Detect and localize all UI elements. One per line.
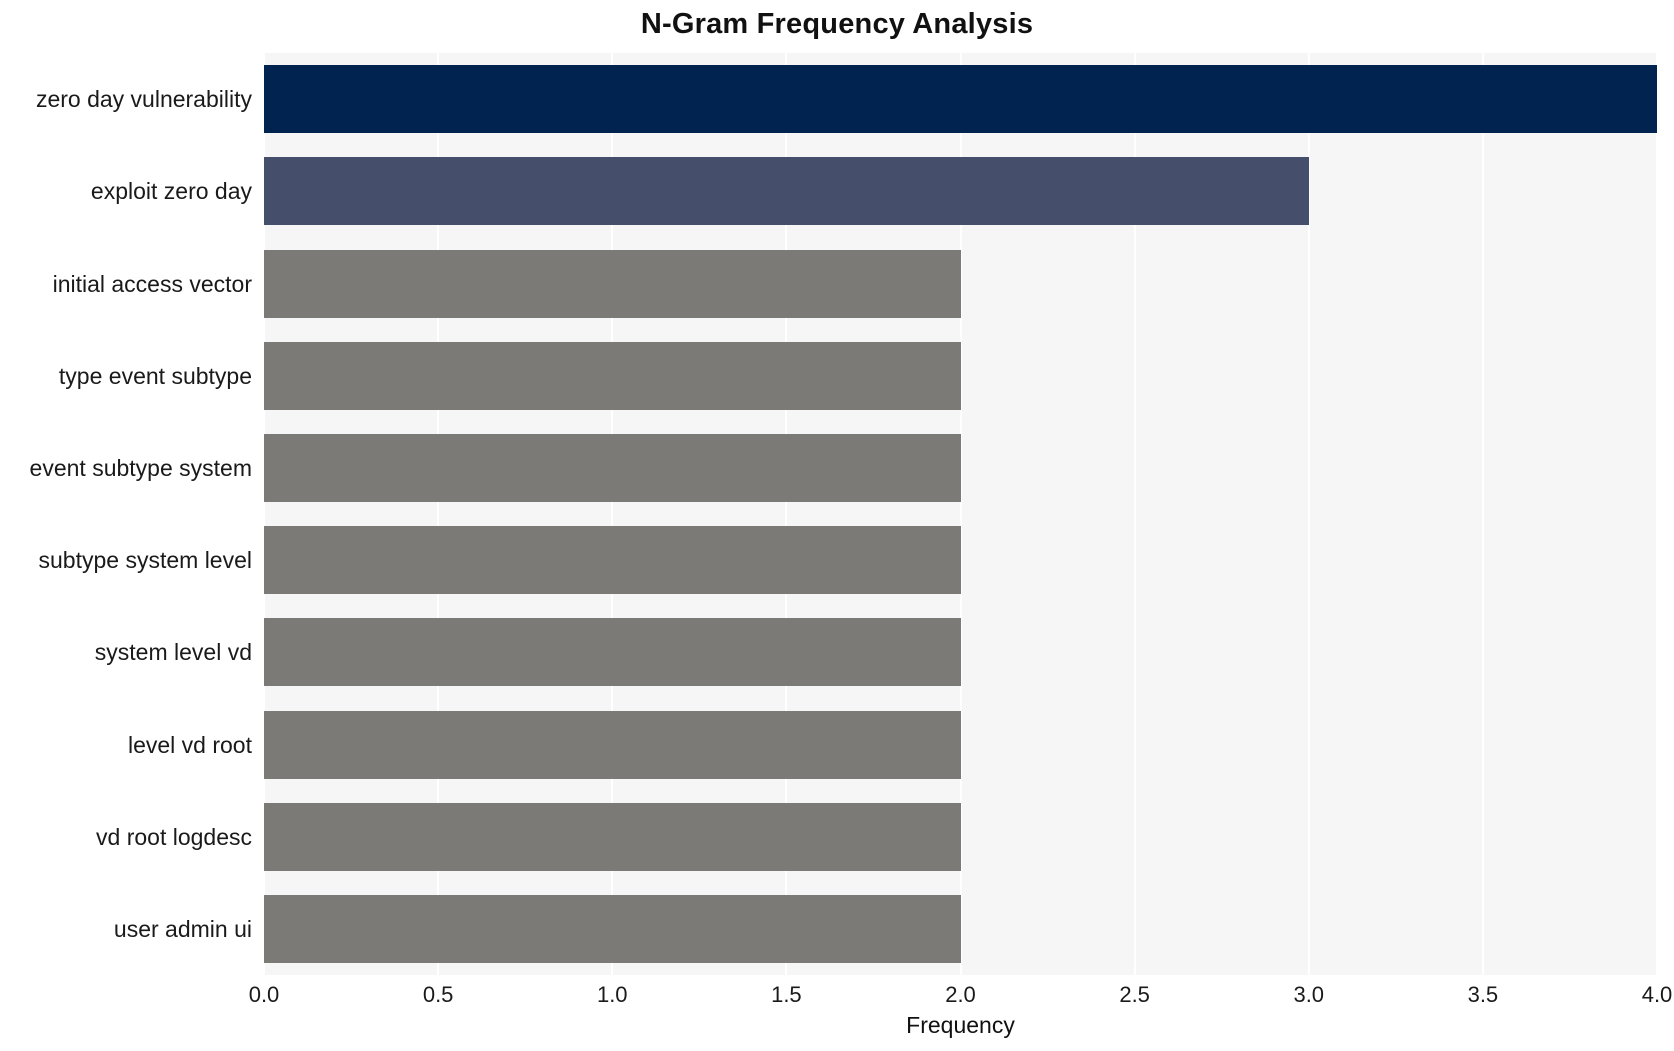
bar[interactable] [264, 710, 961, 779]
x-tick-label: 2.5 [1119, 982, 1150, 1007]
bar[interactable] [264, 249, 961, 318]
bar[interactable] [264, 894, 961, 963]
bar[interactable] [264, 341, 961, 410]
bar-series [264, 53, 1657, 975]
y-tick-label: initial access vector [52, 270, 252, 297]
bar[interactable] [264, 65, 1657, 134]
bar[interactable] [264, 618, 961, 687]
y-tick-label: event subtype system [29, 454, 252, 481]
x-tick-label: 4.0 [1641, 982, 1673, 1007]
x-tick-label: 1.5 [771, 982, 802, 1007]
plot-area [263, 53, 1658, 975]
bar[interactable] [264, 526, 961, 595]
chart-figure: N-Gram Frequency Analysis zero day vulne… [0, 0, 1674, 1051]
x-tick-label: 1.0 [596, 982, 628, 1007]
bar[interactable] [264, 802, 961, 871]
y-tick-label: zero day vulnerability [35, 86, 252, 113]
bar[interactable] [264, 433, 961, 502]
chart-title: N-Gram Frequency Analysis [640, 8, 1034, 40]
y-tick-label: subtype system level [38, 547, 252, 574]
x-axis-tick-labels: 0.0 0.5 1.0 1.5 2.0 2.5 3.0 3.5 4.0 [249, 982, 1673, 1014]
x-tick-label: 2.0 [945, 982, 976, 1007]
y-tick-label: vd root logdesc [96, 823, 252, 850]
x-axis-label: Frequency [906, 1012, 1015, 1038]
y-tick-label: exploit zero day [90, 178, 252, 205]
y-tick-label: system level vd [94, 639, 252, 666]
x-tick-label: 0.5 [422, 982, 454, 1007]
y-axis-tick-labels: zero day vulnerability exploit zero day in… [0, 53, 252, 975]
x-tick-label: 3.5 [1467, 982, 1499, 1007]
bar[interactable] [264, 157, 1309, 226]
y-tick-label: type event subtype [58, 362, 252, 389]
y-tick-label: level vd root [127, 731, 252, 758]
x-tick-label: 0.0 [248, 982, 280, 1007]
x-tick-label: 3.0 [1293, 982, 1325, 1007]
y-tick-label: user admin ui [113, 915, 252, 942]
